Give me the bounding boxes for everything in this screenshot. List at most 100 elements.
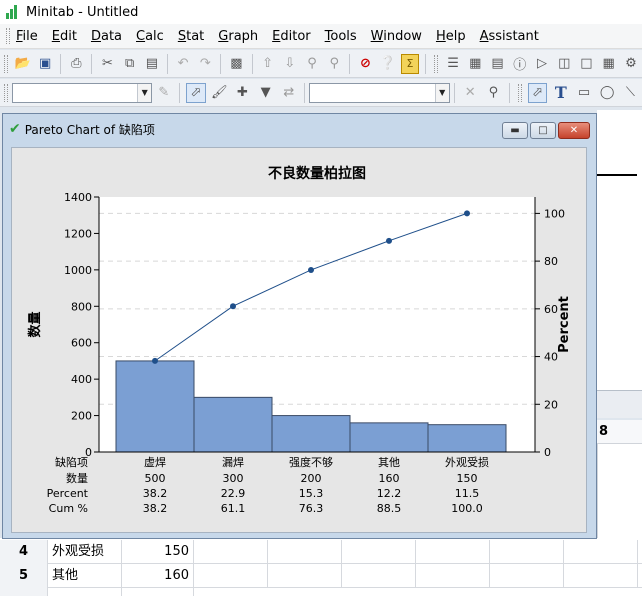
info-icon[interactable]: ⓘ: [511, 54, 529, 74]
graph-editing-toolbar: ▼ ✎ ⬀ 🖌 ✚ ▼ ⇄ ▼ ✕ ⚲ ⬀ T ▭ ◯ ⟍: [0, 79, 642, 107]
cell[interactable]: [416, 540, 490, 564]
toolbar-grip[interactable]: [517, 83, 522, 102]
menu-assistant[interactable]: Assistant: [480, 29, 539, 44]
history-icon[interactable]: ▷: [533, 54, 551, 74]
table-cell: 其他: [378, 456, 400, 469]
menu-grip[interactable]: [6, 28, 10, 44]
project-manager-icon[interactable]: ☰: [444, 54, 462, 74]
stat-guide-icon[interactable]: Σ: [400, 53, 420, 74]
y-tick-label-right: 40: [544, 351, 558, 364]
crosshair-icon[interactable]: ✚: [233, 83, 252, 103]
chevron-down-icon[interactable]: ▼: [434, 83, 449, 102]
copy-icon[interactable]: ⧉: [121, 54, 139, 74]
redo-icon[interactable]: ↷: [196, 54, 214, 74]
table-cell: 12.2: [377, 487, 402, 500]
update-graph-icon[interactable]: ⇄: [279, 83, 298, 103]
cell[interactable]: 外观受损: [48, 540, 122, 564]
cell[interactable]: [48, 588, 122, 596]
report-pad-icon[interactable]: ◫: [555, 54, 573, 74]
cell[interactable]: [194, 540, 268, 564]
select-pointer-icon[interactable]: ⬀: [186, 82, 206, 103]
menu-tools[interactable]: Tools: [325, 29, 357, 44]
toolbar-separator: [179, 82, 181, 103]
settings-icon[interactable]: ⚙: [622, 54, 640, 74]
new-file-icon[interactable]: □: [577, 54, 595, 74]
menu-window[interactable]: Window: [371, 29, 422, 44]
save-icon[interactable]: ▣: [36, 54, 54, 74]
find-next-icon[interactable]: ⚲: [325, 54, 343, 74]
cell[interactable]: [564, 540, 638, 564]
cell[interactable]: 150: [122, 540, 194, 564]
graph-window-titlebar[interactable]: ✔ Pareto Chart of 缺陷项 ▬ □ ✕: [3, 114, 596, 144]
cell[interactable]: [268, 540, 342, 564]
cell[interactable]: 其他: [48, 564, 122, 588]
maximize-button[interactable]: □: [530, 122, 556, 139]
row-number[interactable]: [0, 588, 48, 596]
pareto-chart[interactable]: 不良数量柏拉图0200400600800100012001400数量020406…: [12, 148, 588, 534]
toolbar-separator: [220, 53, 222, 74]
item-selector-combo[interactable]: ▼: [11, 82, 153, 103]
set-id-icon[interactable]: ▼: [256, 83, 275, 103]
menu-edit[interactable]: Edit: [52, 29, 77, 44]
menu-file[interactable]: File: [16, 29, 38, 44]
cell[interactable]: [342, 564, 416, 588]
column-header-8[interactable]: 8: [597, 420, 642, 444]
arrow-up-icon[interactable]: ⇧: [258, 54, 276, 74]
find-icon[interactable]: ⚲: [303, 54, 321, 74]
worksheets-icon[interactable]: ▦: [466, 54, 484, 74]
menu-stat[interactable]: Stat: [178, 29, 204, 44]
graph-item-combo[interactable]: ▼: [309, 82, 450, 103]
text-tool-icon[interactable]: T: [551, 83, 570, 103]
cell[interactable]: [416, 564, 490, 588]
graph-window[interactable]: ✔ Pareto Chart of 缺陷项 ▬ □ ✕ 不良数量柏拉图 0 200 4…: [2, 113, 597, 539]
menu-editor[interactable]: Editor: [272, 29, 310, 44]
cut-icon[interactable]: ✂: [98, 54, 116, 74]
graph-frame[interactable]: 不良数量柏拉图 0 200 400 600 800 1000 1200 1400 数量 0 20 40 6…: [11, 147, 587, 533]
undo-icon[interactable]: ↶: [174, 54, 192, 74]
cell[interactable]: [490, 540, 564, 564]
arrow-down-icon[interactable]: ⇩: [281, 54, 299, 74]
edit-selected-icon[interactable]: ✎: [154, 83, 173, 103]
cell[interactable]: [490, 564, 564, 588]
y-tick-label-left: 1400: [64, 191, 92, 204]
cell[interactable]: 160: [122, 564, 194, 588]
toolbar-grip[interactable]: [4, 54, 8, 73]
cell[interactable]: [122, 588, 194, 596]
layout-icon[interactable]: ▦: [600, 54, 618, 74]
cell[interactable]: [342, 540, 416, 564]
toolbar-grip[interactable]: [4, 83, 8, 102]
chevron-down-icon[interactable]: ▼: [137, 83, 152, 102]
menu-data[interactable]: Data: [91, 29, 122, 44]
row-number[interactable]: 4: [0, 540, 48, 564]
row-number[interactable]: 5: [0, 564, 48, 588]
brush-icon[interactable]: 🖌: [210, 83, 229, 103]
worksheet-grid-background[interactable]: [597, 444, 642, 539]
cell[interactable]: [194, 564, 268, 588]
paste-icon[interactable]: ▤: [143, 54, 161, 74]
minimize-button[interactable]: ▬: [502, 122, 528, 139]
cancel-icon[interactable]: ⊘: [356, 54, 374, 74]
session-window-icon[interactable]: ▩: [227, 54, 245, 74]
cell[interactable]: [268, 564, 342, 588]
help-icon[interactable]: ❔: [379, 54, 397, 74]
cell[interactable]: [564, 564, 638, 588]
menu-calc[interactable]: Calc: [136, 29, 164, 44]
close-button[interactable]: ✕: [558, 122, 590, 139]
y-tick-label-left: 400: [71, 373, 92, 386]
session-window-background[interactable]: [597, 110, 642, 390]
toolbar-separator: [167, 53, 168, 74]
table-cell: 11.5: [455, 487, 480, 500]
ellipse-tool-icon[interactable]: ◯: [598, 83, 617, 103]
print-icon[interactable]: ⎙: [67, 54, 85, 74]
delete-icon[interactable]: ✕: [461, 83, 480, 103]
menu-graph[interactable]: Graph: [218, 29, 258, 44]
graphs-icon[interactable]: ▤: [488, 54, 506, 74]
menu-help[interactable]: Help: [436, 29, 466, 44]
toolbar-grip[interactable]: [434, 54, 438, 73]
rectangle-tool-icon[interactable]: ▭: [574, 83, 593, 103]
annotation-select-icon[interactable]: ⬀: [527, 82, 548, 103]
line-tool-icon[interactable]: ⟍: [621, 83, 640, 103]
open-icon[interactable]: 📂: [14, 54, 32, 74]
zoom-icon[interactable]: ⚲: [484, 83, 503, 103]
worksheet-titlebar-background[interactable]: [597, 390, 642, 418]
